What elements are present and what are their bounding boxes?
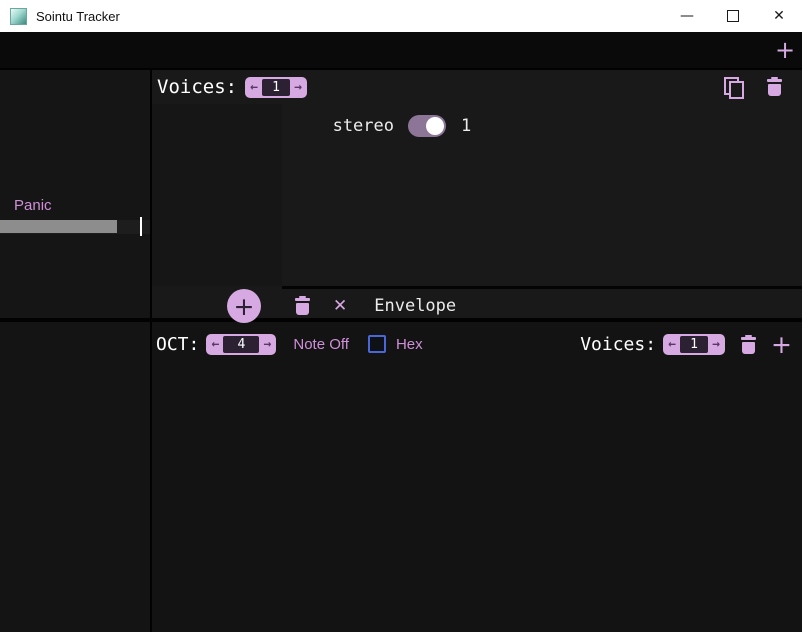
maximize-icon	[727, 10, 739, 22]
instrument-tabs	[152, 32, 802, 68]
clear-unit-icon[interactable]: ✕	[333, 296, 347, 316]
unit-params: stereo 1	[282, 104, 802, 286]
order-list-panel	[0, 322, 152, 632]
delete-instrument-icon[interactable]	[767, 77, 782, 96]
decrement-arrow-icon[interactable]: ←	[246, 80, 262, 95]
minimize-button[interactable]: —	[664, 0, 710, 32]
window-title: Sointu Tracker	[36, 9, 120, 24]
pattern-rows	[152, 368, 802, 632]
close-button[interactable]: ✕	[756, 0, 802, 32]
playback-cursor	[140, 217, 142, 236]
hex-label: Hex	[396, 336, 423, 353]
song-panel: Panic	[0, 68, 152, 322]
instrument-header: Voices: ← 1 →	[152, 70, 802, 104]
menu-tab-strip: +	[0, 32, 802, 68]
add-unit-button[interactable]: +	[227, 289, 261, 323]
increment-arrow-icon[interactable]: →	[708, 337, 724, 352]
pattern-editor: OCT: ← 4 → Note Off Hex Voices: ← 1 → +	[152, 322, 802, 632]
editor-toolbar: OCT: ← 4 → Note Off Hex Voices: ← 1 → +	[152, 322, 802, 366]
panic-button[interactable]: Panic	[14, 197, 52, 214]
voices-label: Voices:	[157, 76, 237, 98]
instrument-voices-value: 1	[262, 79, 290, 96]
octave-stepper[interactable]: ← 4 →	[206, 334, 276, 355]
note-off-button[interactable]: Note Off	[293, 336, 349, 353]
window-controls: — ✕	[664, 0, 802, 32]
delete-track-icon[interactable]	[741, 335, 756, 354]
instrument-voices-stepper[interactable]: ← 1 →	[245, 77, 307, 98]
sointu-tracker-window: Sointu Tracker — ✕ + Panic Voices: ← 1 →	[0, 0, 802, 632]
unit-footer: ✕ Envelope	[282, 286, 802, 322]
maximize-button[interactable]	[710, 0, 756, 32]
add-track-button[interactable]: +	[771, 330, 792, 359]
stereo-row: stereo 1	[282, 106, 802, 146]
app-icon	[10, 8, 27, 25]
unit-list	[152, 104, 282, 286]
song-progress-fill	[0, 220, 117, 233]
decrement-arrow-icon[interactable]: ←	[207, 337, 223, 352]
song-progress-bar[interactable]	[0, 220, 150, 234]
track-voices-stepper[interactable]: ← 1 →	[663, 334, 725, 355]
titlebar: Sointu Tracker — ✕	[0, 0, 802, 33]
octave-value: 4	[223, 336, 259, 353]
delete-unit-icon[interactable]	[295, 296, 310, 315]
add-instrument-button[interactable]: +	[768, 32, 802, 68]
track-voices-value: 1	[680, 336, 708, 353]
copy-instrument-icon[interactable]	[724, 77, 744, 97]
decrement-arrow-icon[interactable]: ←	[664, 337, 680, 352]
stereo-value: 1	[461, 116, 471, 136]
increment-arrow-icon[interactable]: →	[259, 337, 275, 352]
stereo-toggle[interactable]	[408, 115, 446, 137]
track-voices-label: Voices:	[580, 334, 656, 355]
hex-checkbox[interactable]	[368, 335, 386, 353]
increment-arrow-icon[interactable]: →	[290, 80, 306, 95]
instrument-panel: Voices: ← 1 → stereo 1 +	[152, 68, 802, 322]
menubar	[0, 32, 150, 68]
stereo-label: stereo	[282, 116, 394, 136]
octave-label: OCT:	[156, 334, 199, 355]
unit-title: Envelope	[374, 296, 456, 316]
